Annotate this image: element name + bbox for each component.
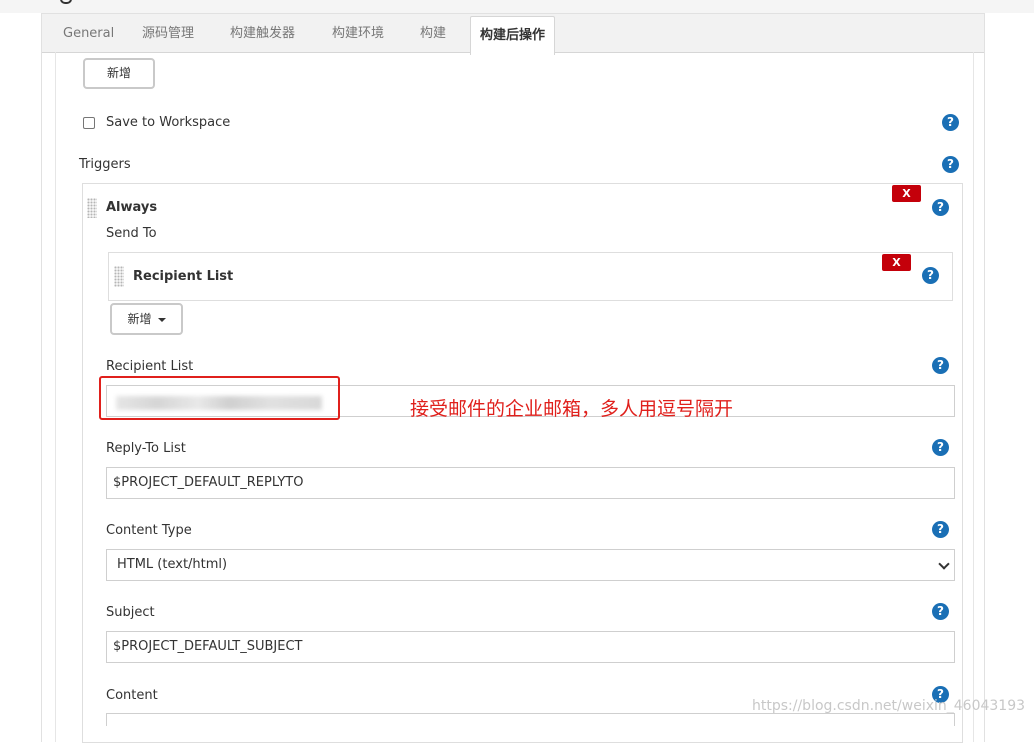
content-type-label: Content Type	[106, 523, 192, 538]
tab-build-environment[interactable]: 构建环境	[332, 14, 384, 53]
send-to-label: Send To	[106, 226, 157, 241]
triggers-label: Triggers	[79, 157, 131, 172]
add-send-to-dropdown[interactable]: 新增	[110, 303, 183, 335]
annotation-highlight	[99, 376, 340, 420]
config-tab-bar: General 源码管理 构建触发器 构建环境 构建 构建后操作	[41, 13, 985, 55]
help-icon[interactable]: ?	[932, 357, 949, 374]
content-label: Content	[106, 688, 158, 703]
reply-to-label: Reply-To List	[106, 441, 186, 456]
subject-input[interactable]: $PROJECT_DEFAULT_SUBJECT	[106, 631, 955, 663]
help-icon[interactable]: ?	[942, 156, 959, 173]
save-to-workspace-label: Save to Workspace	[106, 115, 231, 130]
heading-fragment	[60, 0, 72, 4]
help-icon[interactable]: ?	[932, 603, 949, 620]
help-icon[interactable]: ?	[932, 199, 949, 216]
chevron-down-icon	[938, 558, 950, 570]
recipient-list-label: Recipient List	[106, 359, 194, 374]
top-strip	[0, 0, 1034, 13]
add-send-to-label: 新增	[127, 312, 152, 326]
tab-build-triggers[interactable]: 构建触发器	[230, 14, 295, 53]
add-button[interactable]: 新增	[83, 58, 155, 89]
recipient-list-item-box	[108, 252, 953, 301]
delete-recipient-button[interactable]: X	[882, 254, 911, 271]
recipient-list-item-label: Recipient List	[133, 269, 234, 284]
watermark: https://blog.csdn.net/weixin_46043193	[752, 698, 1026, 714]
content-textarea[interactable]	[106, 713, 955, 726]
drag-handle-icon[interactable]	[114, 266, 124, 287]
help-icon[interactable]: ?	[932, 521, 949, 538]
tab-post-build-actions[interactable]: 构建后操作	[470, 16, 556, 55]
help-icon[interactable]: ?	[932, 439, 949, 456]
annotation-text: 接受邮件的企业邮箱，多人用逗号隔开	[410, 398, 734, 420]
help-icon[interactable]: ?	[942, 114, 959, 131]
delete-trigger-button[interactable]: X	[892, 185, 921, 202]
tab-general[interactable]: General	[63, 14, 114, 53]
content-type-select[interactable]: HTML (text/html)	[106, 549, 955, 581]
subject-label: Subject	[106, 605, 155, 620]
content-type-value: HTML (text/html)	[117, 557, 228, 572]
save-to-workspace-checkbox[interactable]	[83, 117, 95, 129]
tab-build[interactable]: 构建	[420, 14, 446, 53]
trigger-name: Always	[106, 200, 158, 215]
caret-down-icon	[157, 317, 166, 322]
reply-to-input[interactable]: $PROJECT_DEFAULT_REPLYTO	[106, 467, 955, 499]
help-icon[interactable]: ?	[922, 267, 939, 284]
tab-source-control[interactable]: 源码管理	[142, 14, 194, 53]
drag-handle-icon[interactable]	[87, 198, 97, 218]
